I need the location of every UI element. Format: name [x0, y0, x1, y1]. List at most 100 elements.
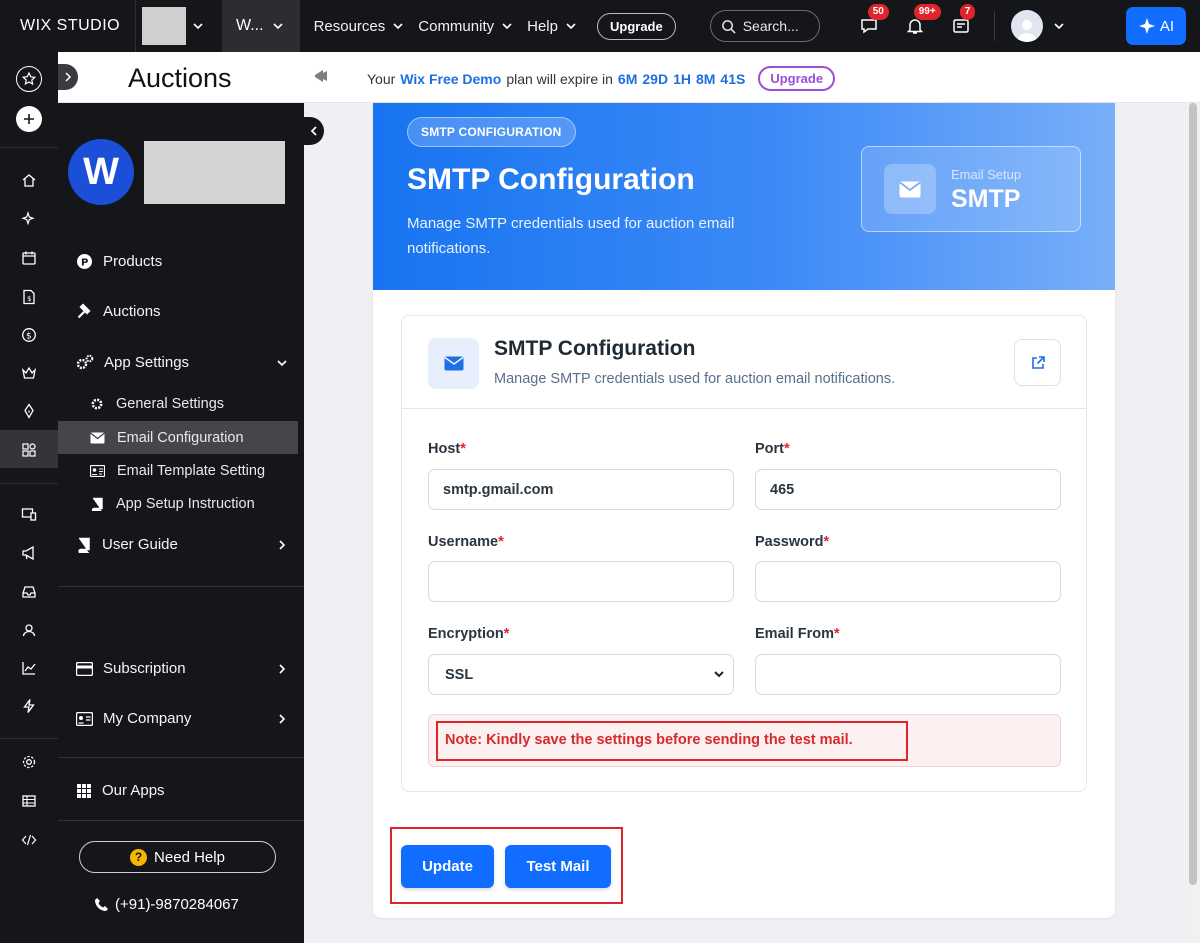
password-input[interactable] — [755, 561, 1061, 602]
crown-icon[interactable] — [19, 363, 39, 383]
chevron-down-icon — [566, 23, 576, 30]
megaphone-icon[interactable] — [19, 543, 39, 563]
chat-count-badge: 50 — [867, 4, 889, 20]
sparkle-icon — [1138, 18, 1155, 34]
sidebar-item-our-apps[interactable]: Our Apps — [76, 782, 286, 799]
contacts-icon[interactable] — [19, 620, 39, 640]
settings-icon[interactable] — [19, 752, 39, 772]
nav-resources[interactable]: Resources — [314, 18, 405, 35]
pen-tip-icon[interactable] — [19, 401, 39, 421]
plan-name: Wix Free Demo — [400, 70, 502, 87]
divider — [58, 586, 304, 587]
nav-community[interactable]: Community — [418, 18, 513, 35]
need-help-button[interactable]: ? Need Help — [79, 841, 276, 873]
grid-icon — [77, 783, 91, 798]
banner-upgrade-button[interactable]: Upgrade — [758, 66, 836, 91]
update-button[interactable]: Update — [401, 845, 494, 888]
countdown-seconds: 41S — [720, 70, 746, 87]
sidebar-subitem-email-configuration[interactable]: Email Configuration — [58, 421, 298, 454]
search-placeholder: Search... — [742, 18, 799, 34]
divider — [0, 147, 58, 148]
add-button[interactable] — [16, 106, 42, 132]
star-icon — [22, 72, 36, 86]
sidebar-collapse-button[interactable] — [304, 117, 324, 145]
wix-studio-logo[interactable]: WIX STUDIO — [0, 0, 136, 52]
form-card-header: SMTP Configuration Manage SMTP credentia… — [402, 316, 1086, 409]
gears-icon — [76, 354, 94, 370]
envelope-icon — [884, 164, 936, 214]
chat-button[interactable]: 50 — [856, 4, 889, 39]
support-phone[interactable]: (+91)-9870284067 — [94, 896, 239, 913]
encryption-label: Encryption* — [428, 626, 510, 642]
port-input[interactable] — [755, 469, 1061, 510]
page-scrollbar[interactable] — [1186, 103, 1200, 943]
phone-icon — [95, 898, 108, 911]
email-from-input[interactable] — [755, 654, 1061, 695]
site-thumbnail — [142, 7, 186, 45]
notifications-button[interactable]: 99+ — [902, 4, 941, 39]
app-logo: W — [68, 139, 134, 205]
form-title: SMTP Configuration — [494, 337, 696, 360]
open-external-button[interactable] — [1014, 339, 1061, 386]
analytics-icon[interactable] — [19, 658, 39, 678]
nav-help[interactable]: Help — [527, 18, 577, 35]
divider — [0, 738, 58, 739]
site-selector[interactable] — [136, 0, 206, 52]
home-icon[interactable] — [19, 170, 39, 190]
chevron-right-icon — [279, 663, 286, 674]
scrollbar-thumb[interactable] — [1189, 103, 1197, 885]
account-menu[interactable] — [1010, 10, 1065, 42]
sidebar-subitem-email-template-setting[interactable]: Email Template Setting — [58, 454, 298, 487]
email-from-label: Email From* — [755, 626, 840, 642]
sidebar-item-my-company[interactable]: My Company — [76, 710, 286, 727]
dollar-icon[interactable]: $ — [19, 325, 39, 345]
sparkles-icon[interactable] — [19, 209, 39, 229]
chevron-right-icon — [279, 539, 286, 550]
automation-icon[interactable] — [19, 696, 39, 716]
favorites-button[interactable] — [16, 66, 42, 92]
sidebar-item-auctions[interactable]: Auctions — [76, 303, 286, 320]
page-header: Auctions Your Wix Free Demo plan will ex… — [58, 52, 1200, 103]
hero-tag: SMTP CONFIGURATION — [407, 117, 576, 147]
username-label: Username* — [428, 534, 504, 550]
inbox-tray-icon[interactable] — [19, 582, 39, 602]
encryption-select[interactable]: SSL — [428, 654, 734, 695]
test-mail-button[interactable]: Test Mail — [505, 845, 611, 888]
search-icon — [721, 19, 736, 34]
sidebar-item-subscription[interactable]: Subscription — [76, 660, 286, 677]
sidebar-item-app-settings[interactable]: App Settings — [76, 354, 287, 371]
form-subtitle: Manage SMTP credentials used for auction… — [494, 371, 896, 387]
username-input[interactable] — [428, 561, 734, 602]
upgrade-button[interactable]: Upgrade — [596, 12, 676, 40]
inbox-count-badge: 7 — [959, 4, 976, 20]
host-input[interactable] — [428, 469, 734, 510]
book-icon — [78, 537, 90, 553]
table-icon[interactable] — [19, 791, 39, 811]
password-label: Password* — [755, 534, 830, 550]
user-icon — [1016, 20, 1037, 42]
ai-button[interactable]: AI — [1126, 7, 1186, 45]
calendar-icon[interactable] — [19, 248, 39, 268]
divider — [993, 11, 995, 41]
id-card-icon — [76, 711, 93, 726]
devices-icon[interactable] — [19, 504, 39, 524]
site-name-menu[interactable]: W... — [222, 0, 300, 52]
port-label: Port* — [755, 441, 790, 457]
search-input[interactable]: Search... — [709, 10, 820, 42]
apps-icon[interactable] — [19, 440, 39, 460]
countdown-minutes: 8M — [695, 70, 716, 87]
chevron-down-icon — [193, 23, 203, 30]
sidebar-subitem-app-setup-instruction[interactable]: App Setup Instruction — [58, 487, 298, 520]
collapse-rail-button[interactable] — [58, 64, 78, 90]
invoice-icon[interactable]: $ — [19, 287, 39, 307]
divider — [0, 483, 58, 484]
sidebar-subitem-general-settings[interactable]: General Settings — [58, 387, 298, 420]
smtp-form-card: SMTP Configuration Manage SMTP credentia… — [401, 315, 1087, 792]
top-bar: WIX STUDIO W... Resources Community Help… — [0, 0, 1200, 52]
sidebar-item-user-guide[interactable]: User Guide — [76, 536, 286, 553]
inbox-button[interactable]: 7 — [948, 4, 976, 39]
products-icon: P — [77, 254, 92, 269]
code-icon[interactable] — [19, 830, 39, 850]
sidebar-item-products[interactable]: P Products — [76, 253, 286, 270]
page-title: Auctions — [128, 63, 232, 93]
